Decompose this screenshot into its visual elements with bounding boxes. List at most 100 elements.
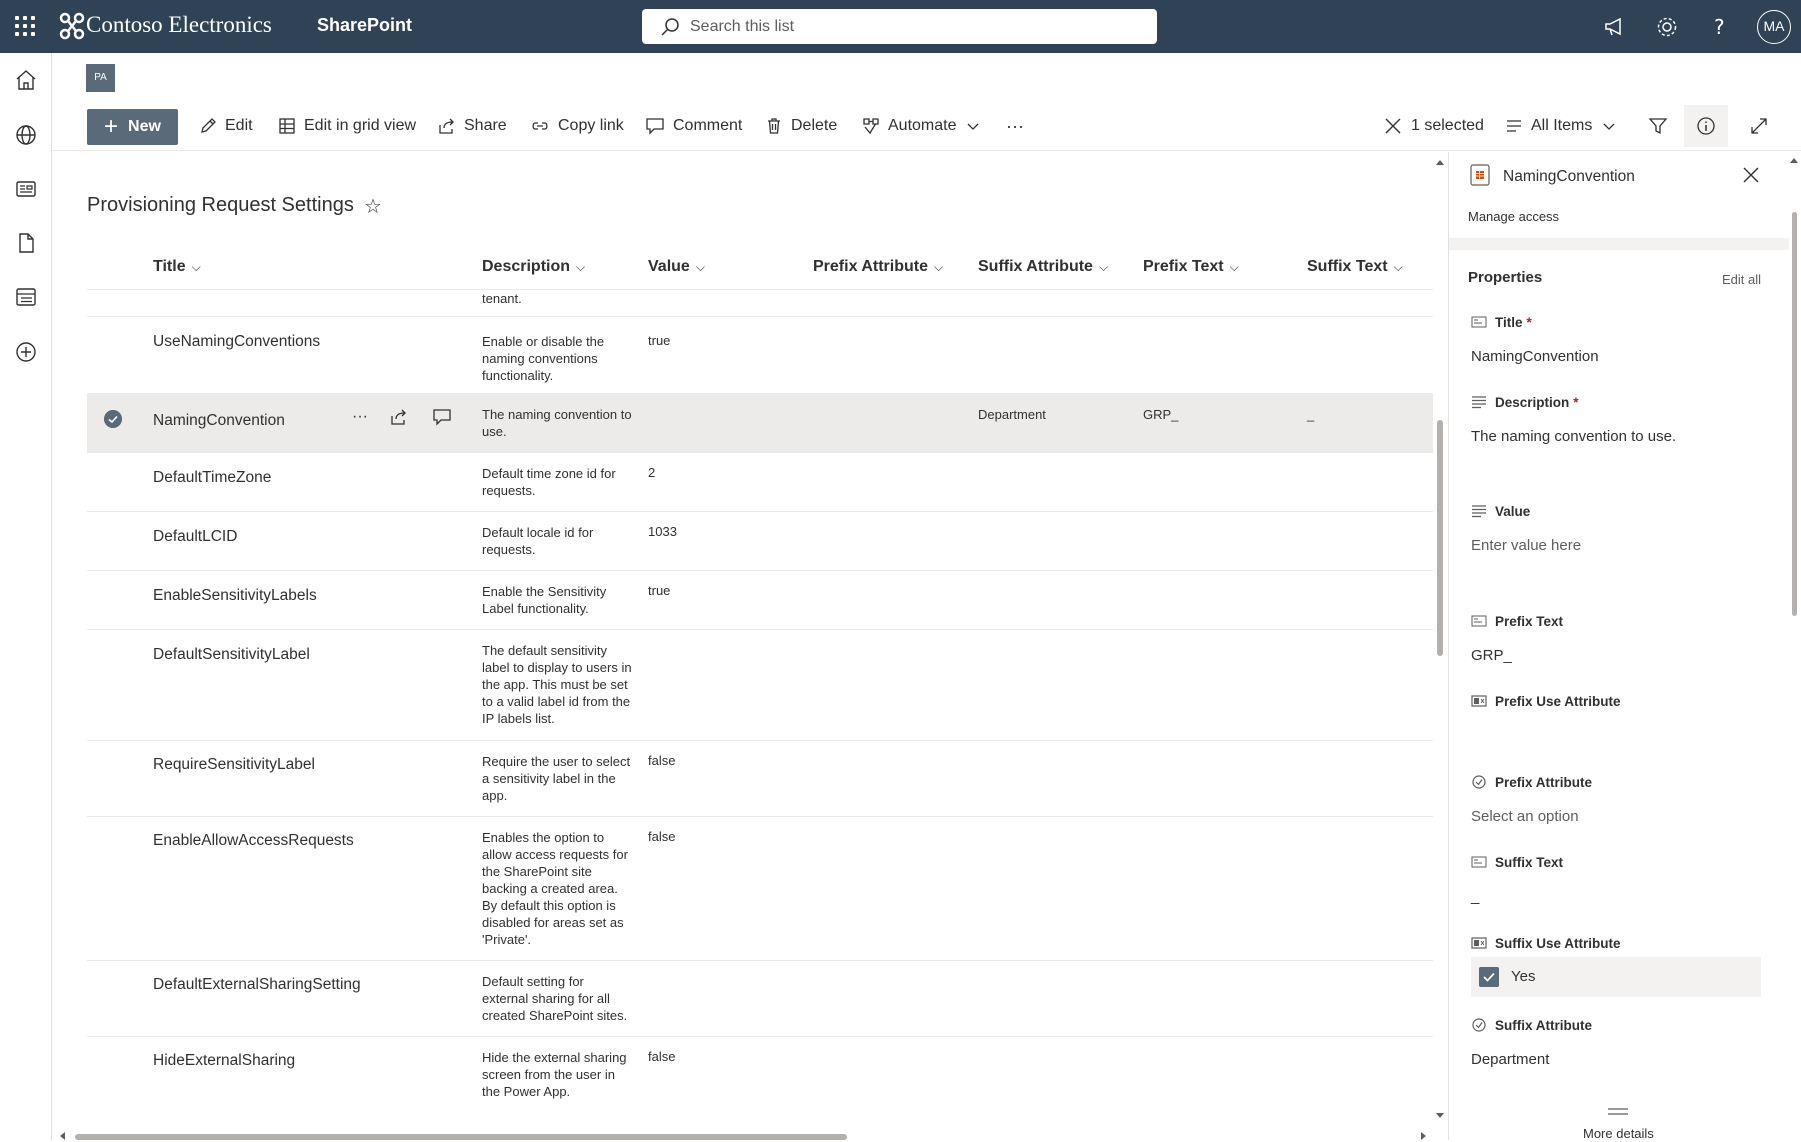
drag-handle-icon[interactable] [1607,1107,1629,1117]
edit-all-link[interactable]: Edit all [1722,272,1761,287]
panel-header: NamingConvention Manage access [1449,152,1801,238]
cell-title[interactable]: DefaultTimeZone [153,469,271,487]
cell-title[interactable]: DefaultLCID [153,528,237,546]
column-header-suffix-text[interactable]: Suffix Text ⌵ [1307,258,1403,276]
cell-description: The naming convention to use. [482,407,632,439]
cell-value: false [648,753,676,768]
search-input[interactable] [690,9,1140,44]
field-label-suffix-text: Suffix Text [1471,854,1563,870]
share-icon[interactable] [390,408,410,426]
suite-bar: Contoso Electronics SharePoint ? MA [0,0,1801,53]
site-logo[interactable]: PA [86,64,115,92]
clear-selection-button[interactable]: 1 selected [1383,101,1484,151]
scroll-down-icon[interactable] [1434,1110,1446,1120]
megaphone-icon[interactable] [1602,14,1628,40]
news-icon[interactable] [14,177,38,201]
cell-title[interactable]: EnableSensitivityLabels [153,587,317,605]
delete-button[interactable]: Delete [765,101,837,151]
gear-icon[interactable] [1654,14,1680,40]
scroll-up-icon[interactable] [1788,156,1800,166]
more-details-link[interactable]: More details [1583,1126,1654,1141]
panel-vertical-scrollbar[interactable] [1788,152,1800,1140]
scroll-right-icon[interactable] [1418,1130,1428,1142]
cell-title[interactable]: UseNamingConventions [153,333,320,351]
column-header-value[interactable]: Value ⌵ [648,258,705,276]
fullscreen-button[interactable] [1749,101,1769,151]
column-header-title[interactable]: Title ⌵ [153,258,201,276]
more-options-icon[interactable]: ··· [352,408,368,426]
table-row-selected[interactable]: NamingConvention ··· The naming conventi… [87,394,1433,453]
new-button[interactable]: + New [87,109,178,145]
document-icon[interactable] [14,231,38,255]
app-name[interactable]: SharePoint [317,15,412,36]
svg-text:?: ? [1714,15,1725,39]
field-value-prefix-text[interactable]: GRP_ [1471,647,1512,664]
close-icon[interactable] [1742,166,1760,184]
edit-button[interactable]: Edit [199,101,253,151]
search-box[interactable] [642,9,1157,44]
manage-access-link[interactable]: Manage access [1468,209,1559,224]
favorite-star-icon[interactable]: ☆ [364,194,382,219]
checkmark-circle-icon[interactable] [104,410,122,428]
left-rail [0,53,52,1140]
field-value-value[interactable]: Enter value here [1471,537,1581,554]
table-row[interactable]: EnableSensitivityLabels Enable the Sensi… [87,571,1433,630]
comment-icon[interactable] [432,408,452,426]
suffix-use-attribute-toggle[interactable]: Yes [1471,957,1761,997]
column-header-prefix-attribute[interactable]: Prefix Attribute ⌵ [813,258,943,276]
table-row[interactable]: EnableAllowAccessRequests Enables the op… [87,817,1433,961]
table-row[interactable]: RequireSensitivityLabel Require the user… [87,741,1433,817]
table-row[interactable]: UseNamingConventions Enable or disable t… [87,317,1433,394]
view-selector[interactable]: All Items [1505,101,1616,151]
scroll-left-icon[interactable] [58,1130,68,1142]
scroll-thumb[interactable] [75,1134,847,1140]
field-value-prefix-attribute[interactable]: Select an option [1471,808,1579,825]
cell-title[interactable]: RequireSensitivityLabel [153,756,315,774]
brand-name[interactable]: Contoso Electronics [86,12,272,38]
panel-divider [1449,238,1789,250]
cell-title[interactable]: DefaultExternalSharingSetting [153,976,361,994]
table-row[interactable]: DefaultExternalSharingSetting Default se… [87,961,1433,1037]
app-launcher-icon[interactable] [12,13,38,39]
column-header-prefix-text[interactable]: Prefix Text ⌵ [1143,258,1239,276]
globe-icon[interactable] [14,123,38,147]
create-icon[interactable] [14,340,38,364]
column-header-suffix-attribute[interactable]: Suffix Attribute ⌵ [978,258,1108,276]
home-icon[interactable] [14,68,38,92]
info-pane-button[interactable] [1684,105,1728,147]
field-value-suffix-text[interactable]: _ [1471,888,1479,905]
cell-value: false [648,1049,676,1064]
column-header-description[interactable]: Description ⌵ [482,258,585,276]
scroll-up-icon[interactable] [1434,158,1446,168]
field-value-suffix-attribute[interactable]: Department [1471,1051,1549,1068]
field-value-description[interactable]: The naming convention to use. [1471,428,1676,445]
cell-title[interactable]: EnableAllowAccessRequests [153,832,354,850]
table-row[interactable]: DefaultTimeZone Default time zone id for… [87,453,1433,512]
filter-button[interactable] [1648,101,1668,151]
list-vertical-scrollbar[interactable] [1434,158,1446,1120]
scroll-thumb[interactable] [1792,212,1797,616]
list-horizontal-scrollbar[interactable] [52,1126,1434,1140]
cell-title[interactable]: HideExternalSharing [153,1052,295,1070]
table-row[interactable]: DefaultSensitivityLabel The default sens… [87,630,1433,741]
share-button[interactable]: Share [438,101,507,151]
table-row[interactable]: DefaultLCID Default locale id for reques… [87,512,1433,571]
list-icon[interactable] [14,285,38,309]
checkbox-checked-icon[interactable] [1479,967,1499,987]
table-row[interactable]: HideExternalSharing Hide the external sh… [87,1037,1433,1110]
comment-button[interactable]: Comment [645,101,742,151]
cell-title[interactable]: NamingConvention [153,412,285,430]
cell-description: Enables the option to allow access reque… [482,830,628,947]
text-field-icon [1471,615,1487,627]
copy-link-button[interactable]: Copy link [530,101,624,151]
edit-grid-button[interactable]: Edit in grid view [278,101,416,151]
more-button[interactable]: ··· [1006,101,1024,151]
comment-icon [646,118,664,135]
table-row[interactable]: tenant. [87,290,1433,317]
field-value-title[interactable]: NamingConvention [1471,348,1599,365]
help-icon[interactable]: ? [1707,14,1733,40]
avatar[interactable]: MA [1757,10,1791,44]
cell-title[interactable]: DefaultSensitivityLabel [153,646,310,664]
automate-button[interactable]: Automate [862,101,980,151]
scroll-thumb[interactable] [1437,420,1443,656]
